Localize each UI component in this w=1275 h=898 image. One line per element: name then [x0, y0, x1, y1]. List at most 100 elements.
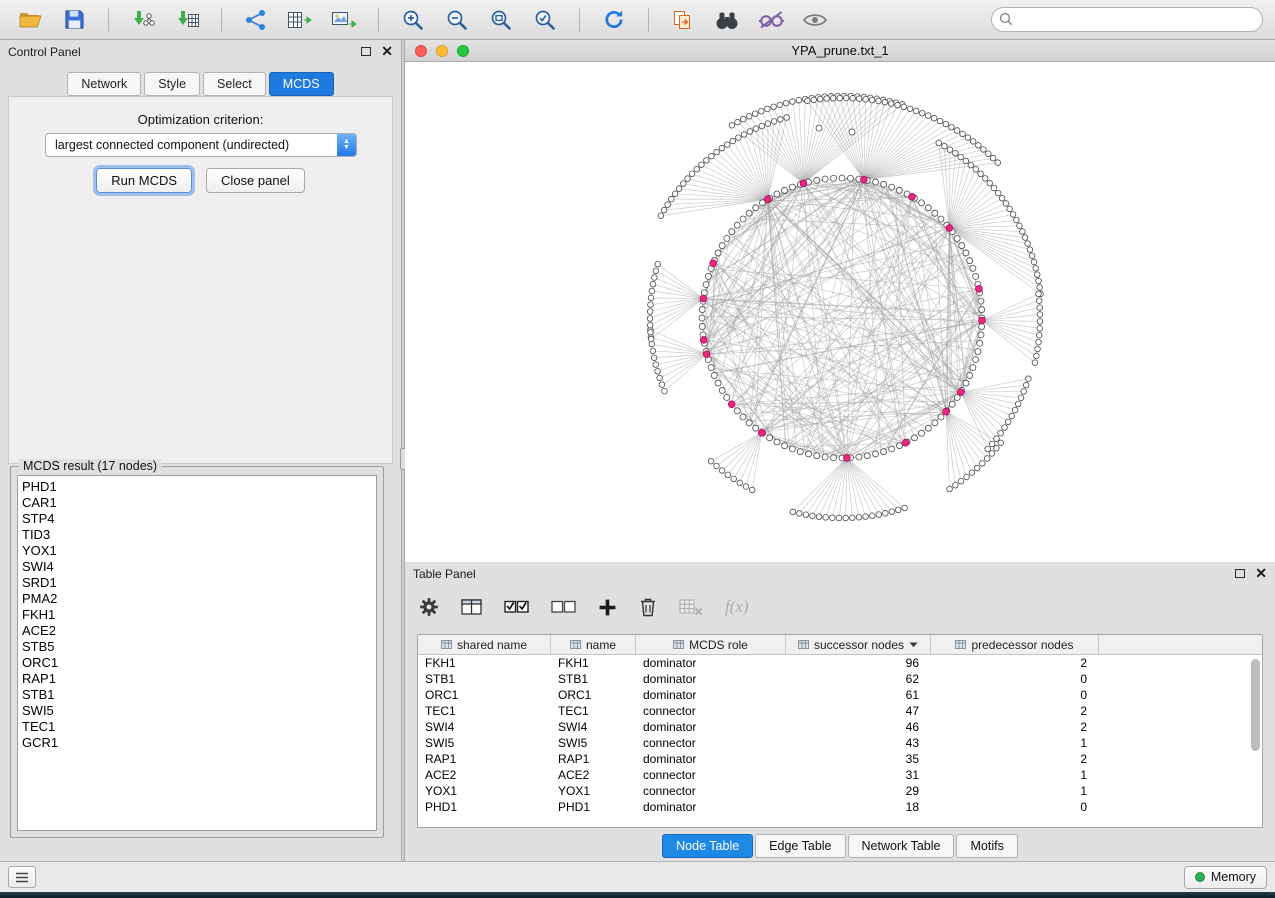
mcds-result-item[interactable]: CAR1	[22, 495, 376, 511]
tab-select[interactable]: Select	[203, 72, 266, 96]
search-input[interactable]	[991, 7, 1263, 32]
table-panel: Table Panel ✕	[405, 562, 1275, 861]
close-window-button[interactable]	[415, 45, 427, 57]
import-network-button[interactable]	[125, 5, 161, 35]
column-header-predecessor-nodes[interactable]: predecessor nodes	[931, 635, 1099, 654]
export-network-button[interactable]	[238, 5, 274, 35]
show-all-button[interactable]	[797, 5, 833, 35]
maximize-window-button[interactable]	[457, 45, 469, 57]
delete-column-button[interactable]	[639, 592, 657, 622]
table-row[interactable]: TEC1 TEC1 connector 47 2	[418, 703, 1262, 719]
status-menu-button[interactable]	[8, 866, 36, 888]
tab-mcds[interactable]: MCDS	[269, 72, 334, 96]
mcds-result-item[interactable]: STB1	[22, 687, 376, 703]
table-settings-button[interactable]	[419, 592, 439, 622]
float-panel-button[interactable]	[361, 45, 371, 59]
mcds-result-item[interactable]: FKH1	[22, 607, 376, 623]
column-header-shared-name[interactable]: shared name	[418, 635, 551, 654]
memory-button[interactable]: Memory	[1184, 866, 1267, 889]
table-cell: 2	[931, 720, 1099, 734]
select-stepper-icon: ▲▼	[337, 134, 356, 156]
network-canvas[interactable]	[405, 62, 1275, 562]
close-table-panel-button[interactable]: ✕	[1255, 567, 1267, 581]
table-cell: 1	[931, 784, 1099, 798]
column-header-name[interactable]: name	[551, 635, 636, 654]
function-builder-button[interactable]: f(x)	[725, 592, 749, 622]
table-scrollbar-thumb[interactable]	[1251, 659, 1260, 751]
mcds-result-item[interactable]: GCR1	[22, 735, 376, 751]
table-row[interactable]: SWI5 SWI5 connector 43 1	[418, 735, 1262, 751]
close-panel-action-button[interactable]: Close panel	[206, 168, 305, 193]
float-table-panel-button[interactable]	[1235, 567, 1245, 581]
table-cell: RAP1	[551, 752, 636, 766]
table-row[interactable]: SWI4 SWI4 dominator 46 2	[418, 719, 1262, 735]
mcds-result-item[interactable]: PMA2	[22, 591, 376, 607]
tab-node-table[interactable]: Node Table	[662, 834, 753, 858]
table-cell: FKH1	[418, 656, 551, 670]
hide-selected-button[interactable]	[753, 5, 789, 35]
mcds-result-item[interactable]: SWI4	[22, 559, 376, 575]
table-header-row: shared name name MCDS role successo	[418, 635, 1262, 655]
binoculars-button[interactable]	[709, 5, 745, 35]
deselect-all-button[interactable]	[551, 592, 576, 622]
table-row[interactable]: ACE2 ACE2 connector 31 1	[418, 767, 1262, 783]
open-session-button[interactable]	[12, 5, 48, 35]
tab-motifs[interactable]: Motifs	[956, 834, 1017, 858]
mcds-result-item[interactable]: SRD1	[22, 575, 376, 591]
export-image-button[interactable]	[326, 5, 362, 35]
delete-table-button-disabled[interactable]	[679, 592, 703, 622]
mcds-result-item[interactable]: SWI5	[22, 703, 376, 719]
minimize-window-button[interactable]	[436, 45, 448, 57]
table-cell: 35	[786, 752, 931, 766]
show-columns-button[interactable]	[461, 592, 482, 622]
close-panel-button[interactable]: ✕	[381, 45, 393, 59]
mcds-result-item[interactable]: ACE2	[22, 623, 376, 639]
column-header-mcds-role[interactable]: MCDS role	[636, 635, 786, 654]
mcds-result-item[interactable]: TID3	[22, 527, 376, 543]
mcds-result-item[interactable]: ORC1	[22, 655, 376, 671]
table-row[interactable]: PHD1 PHD1 dominator 18 0	[418, 799, 1262, 815]
table-row[interactable]: RAP1 RAP1 dominator 35 2	[418, 751, 1262, 767]
table-row[interactable]: STB1 STB1 dominator 62 0	[418, 671, 1262, 687]
table-cell: 2	[931, 752, 1099, 766]
criterion-select[interactable]: largest connected component (undirected)…	[45, 133, 357, 157]
mcds-result-item[interactable]: STB5	[22, 639, 376, 655]
mcds-result-item[interactable]: YOX1	[22, 543, 376, 559]
table-row[interactable]: FKH1 FKH1 dominator 96 2	[418, 655, 1262, 671]
save-session-button[interactable]	[56, 5, 92, 35]
zoom-in-button[interactable]	[395, 5, 431, 35]
mcds-result-item[interactable]: TEC1	[22, 719, 376, 735]
control-panel-title: Control Panel	[8, 45, 81, 59]
tab-network-table[interactable]: Network Table	[848, 834, 955, 858]
zoom-out-button[interactable]	[439, 5, 475, 35]
copy-share-button[interactable]	[665, 5, 701, 35]
network-window-titlebar[interactable]: YPA_prune.txt_1	[405, 40, 1275, 62]
table-row[interactable]: ORC1 ORC1 dominator 61 0	[418, 687, 1262, 703]
export-table-button[interactable]	[282, 5, 318, 35]
tab-edge-table[interactable]: Edge Table	[755, 834, 845, 858]
columns-icon	[461, 598, 482, 616]
table-cell: ORC1	[551, 688, 636, 702]
network-graph[interactable]	[405, 62, 1275, 562]
mcds-action-buttons: Run MCDS Close panel	[0, 168, 401, 193]
table-row[interactable]: YOX1 YOX1 connector 29 1	[418, 783, 1262, 799]
mcds-result-item[interactable]: RAP1	[22, 671, 376, 687]
run-mcds-button[interactable]: Run MCDS	[96, 168, 192, 193]
create-column-button[interactable]	[598, 592, 617, 622]
mcds-result-item[interactable]: PHD1	[22, 479, 376, 495]
column-header-successor-nodes[interactable]: successor nodes	[786, 635, 931, 654]
column-header-filler	[1099, 635, 1262, 654]
table-cell: ORC1	[418, 688, 551, 702]
mcds-result-item[interactable]: STP4	[22, 511, 376, 527]
float-window-icon	[361, 47, 371, 56]
refresh-button[interactable]	[596, 5, 632, 35]
table-cell: 61	[786, 688, 931, 702]
tab-network[interactable]: Network	[67, 72, 141, 96]
select-all-checkboxes-icon	[504, 598, 529, 616]
import-table-button[interactable]	[169, 5, 205, 35]
select-all-button[interactable]	[504, 592, 529, 622]
zoom-selected-button[interactable]	[527, 5, 563, 35]
tab-style[interactable]: Style	[144, 72, 200, 96]
binoculars-icon	[714, 10, 740, 30]
zoom-fit-button[interactable]	[483, 5, 519, 35]
